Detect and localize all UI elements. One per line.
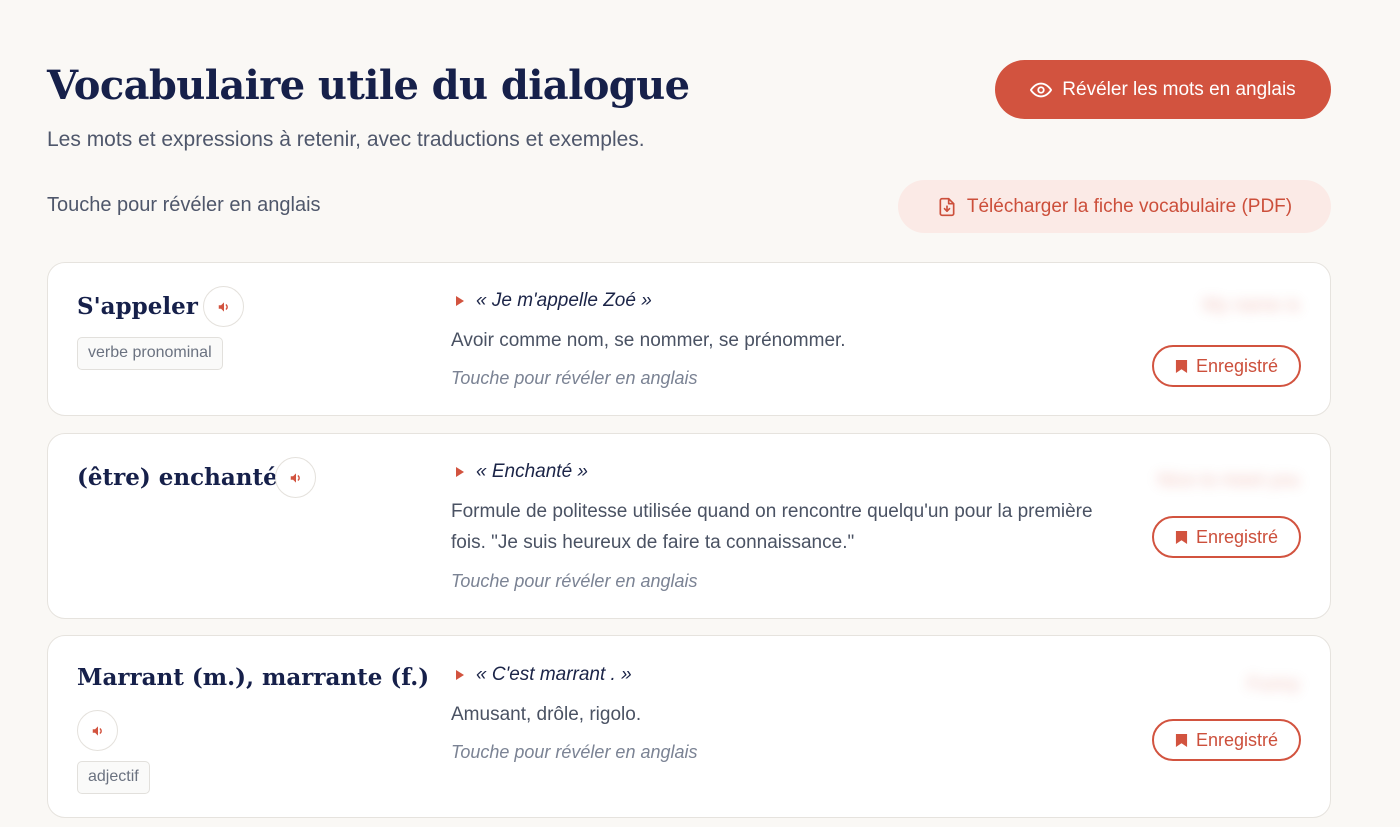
hidden-translation[interactable]: Funny: [1247, 674, 1300, 696]
part-of-speech-tag: verbe pronominal: [77, 337, 223, 370]
tap-hint: Touche pour révéler en anglais: [451, 742, 698, 762]
definition: Formule de politesse utilisée quand on r…: [451, 501, 1093, 553]
example-phrase[interactable]: « Enchanté »: [451, 461, 588, 483]
play-triangle-icon: [456, 296, 464, 306]
hidden-translation[interactable]: Nice to meet you: [1157, 470, 1300, 492]
example-phrase[interactable]: « Je m'appelle Zoé »: [451, 290, 652, 312]
tap-hint: Touche pour révéler en anglais: [451, 571, 698, 591]
audio-button[interactable]: [275, 457, 316, 498]
saved-label: Enregistré: [1195, 729, 1279, 750]
bookmark-icon: [1175, 733, 1188, 748]
definition: Amusant, drôle, rigolo.: [451, 704, 642, 725]
saved-button[interactable]: Enregistré: [1152, 345, 1301, 387]
tap-hint: Touche pour révéler en anglais: [451, 368, 698, 388]
vocab-term: S'appeler: [77, 293, 198, 320]
vocab-term: Marrant (m.), marrante (f.): [77, 664, 430, 691]
example-text: « Enchanté »: [476, 461, 588, 482]
reveal-all-label: Révéler les mots en anglais: [1062, 78, 1296, 100]
example-text: « Je m'appelle Zoé »: [476, 290, 652, 311]
vocab-card-marrant[interactable]: Marrant (m.), marrante (f.) adjectif « C…: [47, 635, 1331, 818]
saved-label: Enregistré: [1195, 526, 1279, 547]
play-triangle-icon: [456, 670, 464, 680]
page-title: Vocabulaire utile du dialogue: [47, 62, 690, 109]
reveal-all-button[interactable]: Révéler les mots en anglais: [995, 60, 1331, 119]
saved-button[interactable]: Enregistré: [1152, 719, 1301, 761]
example-phrase[interactable]: « C'est marrant . »: [451, 664, 632, 686]
speaker-icon: [91, 724, 105, 738]
download-pdf-label: Télécharger la fiche vocabulaire (PDF): [966, 195, 1293, 217]
saved-label: Enregistré: [1195, 355, 1279, 376]
part-of-speech-tag: adjectif: [77, 761, 150, 794]
vocab-card-sappeler[interactable]: S'appeler verbe pronominal « Je m'appell…: [47, 262, 1331, 416]
play-triangle-icon: [456, 467, 464, 477]
page-subtitle: Les mots et expressions à retenir, avec …: [47, 128, 645, 151]
speaker-icon: [217, 300, 231, 314]
audio-button[interactable]: [77, 710, 118, 751]
download-pdf-button[interactable]: Télécharger la fiche vocabulaire (PDF): [898, 180, 1331, 233]
eye-icon: [1030, 79, 1053, 101]
definition: Avoir comme nom, se nommer, se prénommer…: [451, 330, 846, 351]
saved-button[interactable]: Enregistré: [1152, 516, 1301, 558]
vocab-term: (être) enchanté: [77, 464, 278, 491]
file-download-icon: [937, 197, 957, 217]
hidden-translation[interactable]: My name is: [1203, 295, 1300, 317]
audio-button[interactable]: [203, 286, 244, 327]
example-text: « C'est marrant . »: [476, 664, 632, 685]
reveal-hint: Touche pour révéler en anglais: [47, 194, 321, 216]
vocab-card-enchante[interactable]: (être) enchanté « Enchanté » Formule de …: [47, 433, 1331, 619]
bookmark-icon: [1175, 530, 1188, 545]
bookmark-icon: [1175, 359, 1188, 374]
speaker-icon: [289, 471, 303, 485]
